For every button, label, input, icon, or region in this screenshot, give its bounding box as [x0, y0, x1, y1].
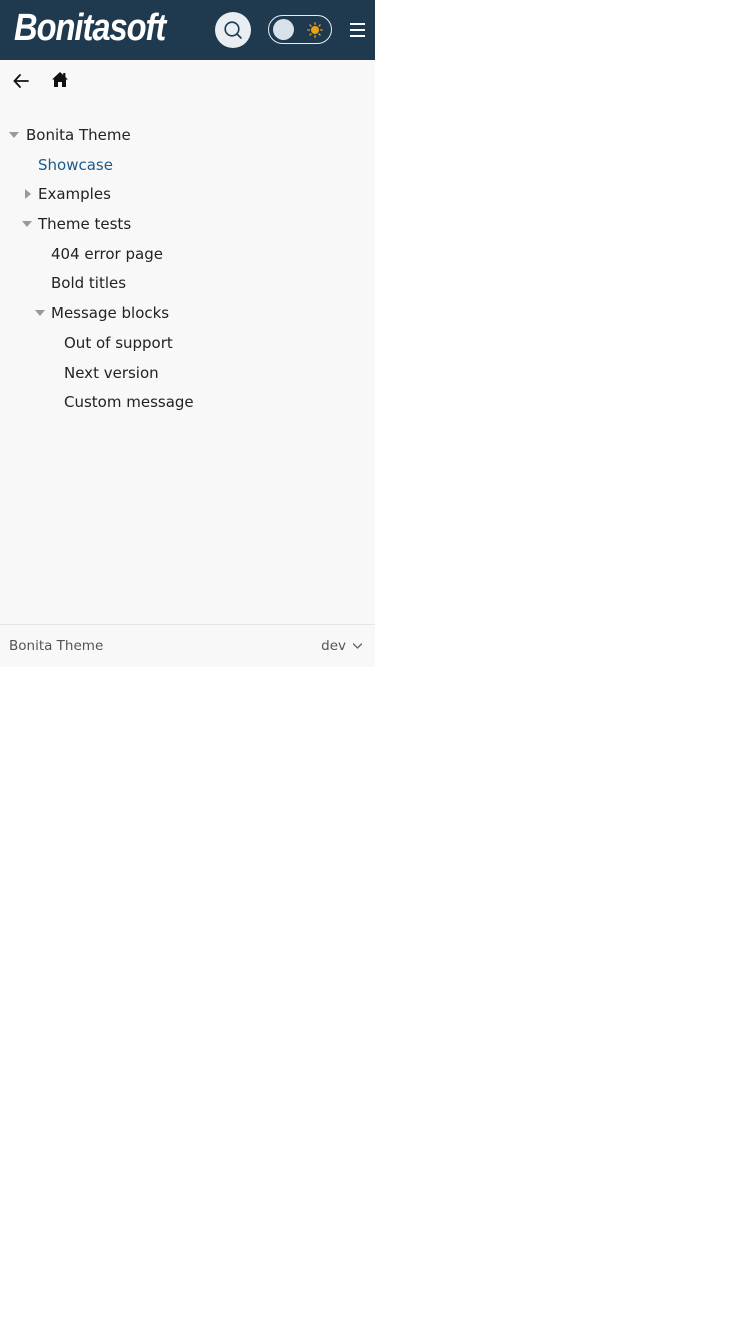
nav-item-label[interactable]: Custom message [64, 388, 194, 418]
nav-item-label[interactable]: Bonita Theme [26, 121, 131, 151]
version-label: dev [321, 638, 346, 654]
nav-item-label[interactable]: Showcase [38, 151, 113, 181]
nav-item-bold-titles: Bold titles [0, 269, 375, 299]
version-selector[interactable]: dev [321, 625, 363, 667]
nav-item-label[interactable]: Bold titles [51, 269, 126, 299]
nav-item-label[interactable]: Message blocks [51, 299, 169, 329]
bonitasoft-logo[interactable]: Bonitasoft [14, 6, 166, 50]
nav-item-message-blocks: Message blocks [0, 299, 375, 329]
nav-item-label[interactable]: Next version [64, 359, 159, 389]
theme-toggle[interactable] [268, 15, 332, 44]
nav-item-examples: Examples [0, 180, 375, 210]
nav-tree: Bonita Theme Showcase Examples Theme tes… [0, 121, 375, 418]
nav-item-out-of-support: Out of support [0, 329, 375, 359]
toggle-knob [273, 19, 294, 40]
nav-item-label[interactable]: Out of support [64, 329, 173, 359]
caret-down-icon[interactable] [22, 221, 32, 228]
arrow-left-icon[interactable] [11, 71, 31, 91]
search-icon [224, 21, 242, 39]
component-title[interactable]: Bonita Theme [9, 625, 103, 667]
component-footer: Bonita Theme dev [0, 624, 375, 667]
nav-item-label[interactable]: Examples [38, 180, 111, 210]
home-icon[interactable] [50, 70, 70, 90]
chevron-down-icon [352, 643, 363, 649]
nav-item-next-version: Next version [0, 359, 375, 389]
nav-controls [0, 60, 375, 100]
nav-item-label[interactable]: 404 error page [51, 240, 163, 270]
nav-item-404-error-page: 404 error page [0, 240, 375, 270]
top-navbar: Bonitasoft [0, 0, 375, 60]
nav-item-theme-tests: Theme tests [0, 210, 375, 240]
nav-item-custom-message: Custom message [0, 388, 375, 418]
nav-item-label[interactable]: Theme tests [38, 210, 131, 240]
mobile-viewport: Bonitasoft Bonita Theme Showcase Example… [0, 0, 375, 667]
caret-down-icon[interactable] [35, 310, 45, 317]
nav-item-bonita-theme: Bonita Theme [0, 121, 375, 151]
caret-down-icon[interactable] [9, 132, 19, 138]
search-button[interactable] [215, 12, 251, 48]
caret-right-icon[interactable] [25, 189, 31, 200]
sun-icon [307, 22, 323, 38]
nav-item-showcase: Showcase [0, 151, 375, 181]
hamburger-menu-icon[interactable] [349, 22, 367, 38]
